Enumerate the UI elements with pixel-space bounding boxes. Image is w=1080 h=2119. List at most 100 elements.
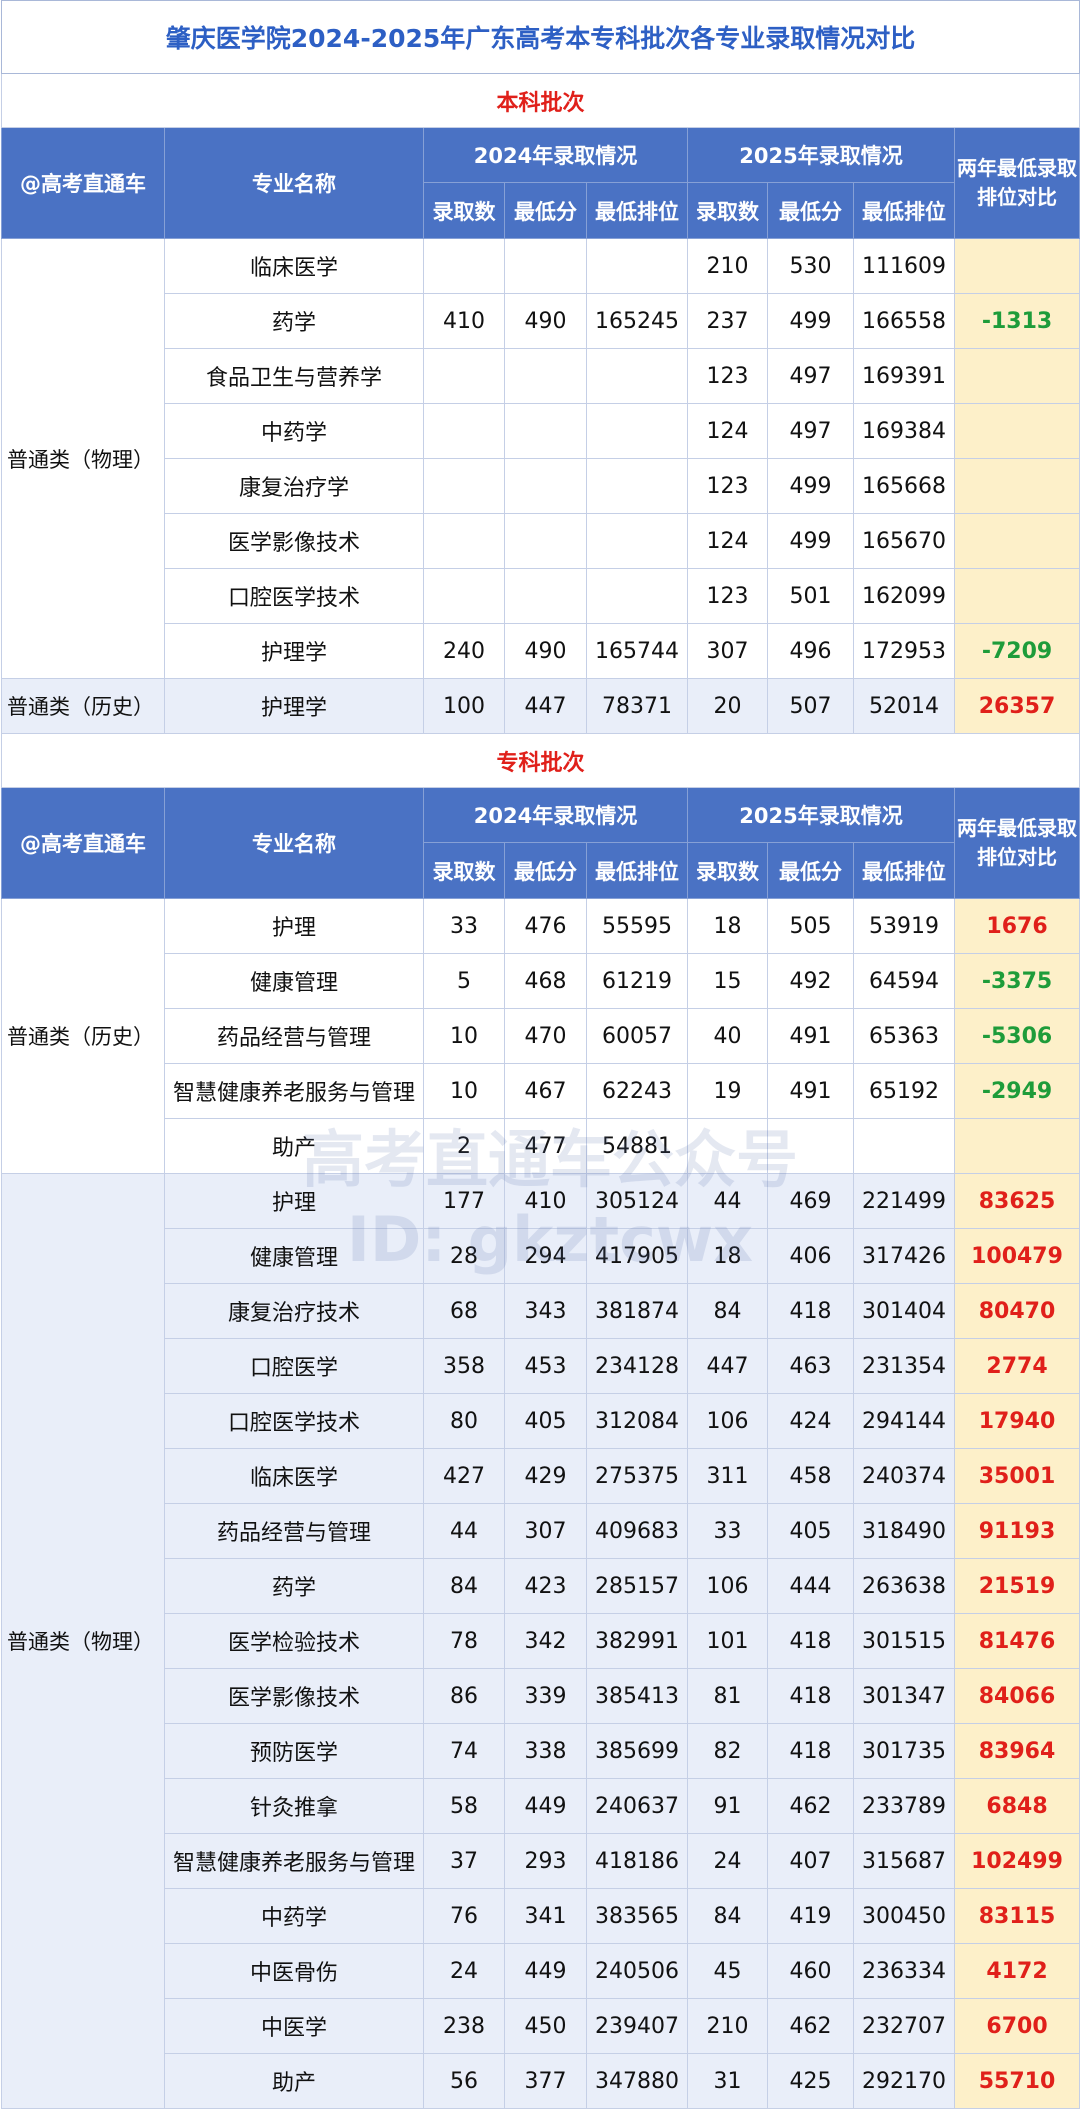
min-score-2024-cell: 343 xyxy=(504,1283,587,1339)
major-header: 专业名称 xyxy=(164,787,424,899)
count-2025-cell: 44 xyxy=(687,1173,768,1229)
major-name-cell: 智慧健康养老服务与管理 xyxy=(164,1063,424,1119)
count-2025-cell: 84 xyxy=(687,1888,768,1944)
min-rank-2025-cell: 52014 xyxy=(853,678,955,734)
count-2024-cell: 427 xyxy=(423,1448,505,1504)
page-title: 肇庆医学院2024-2025年广东高考本专科批次各专业录取情况对比 xyxy=(0,0,1080,74)
min-rank-2025-cell: 236334 xyxy=(853,1943,955,1999)
min-score-2025-cell: 406 xyxy=(767,1228,854,1284)
min-score-2025-cell: 492 xyxy=(767,953,854,1009)
count-2025-cell: 45 xyxy=(687,1943,768,1999)
min-rank-2025-cell: 65192 xyxy=(853,1063,955,1119)
year-2024-header: 2024年录取情况 xyxy=(423,787,688,843)
min-score-2025-cell: 497 xyxy=(767,348,854,404)
min-score-2025-cell: 418 xyxy=(767,1668,854,1724)
count-2025-cell: 15 xyxy=(687,953,768,1009)
rank-diff-cell: 55710 xyxy=(953,2053,1080,2109)
count-2025-cell: 123 xyxy=(687,348,768,404)
count-2025-cell: 447 xyxy=(687,1338,768,1394)
min-score-2025-header: 最低分 xyxy=(767,842,854,899)
min-score-2024-cell: 410 xyxy=(504,1173,587,1229)
rank-diff-cell xyxy=(953,238,1080,294)
major-name-cell: 口腔医学技术 xyxy=(164,1393,424,1449)
min-score-2025-cell: 419 xyxy=(767,1888,854,1944)
major-name-cell: 药品经营与管理 xyxy=(164,1503,424,1559)
min-rank-2025-cell: 169384 xyxy=(853,403,955,459)
year-2024-header: 2024年录取情况 xyxy=(423,127,688,183)
count-2025-cell: 84 xyxy=(687,1283,768,1339)
rank-diff-cell xyxy=(953,348,1080,404)
count-2025-cell: 31 xyxy=(687,2053,768,2109)
min-rank-2025-cell: 301347 xyxy=(853,1668,955,1724)
min-score-2024-cell: 453 xyxy=(504,1338,587,1394)
category-cell: 普通类（历史） xyxy=(1,678,165,734)
min-score-2025-cell: 499 xyxy=(767,458,854,514)
min-score-2024-cell: 307 xyxy=(504,1503,587,1559)
min-rank-2025-cell: 315687 xyxy=(853,1833,955,1889)
min-score-2024-cell: 490 xyxy=(504,623,587,679)
count-2025-header: 录取数 xyxy=(687,842,768,899)
category-cell: 普通类（物理） xyxy=(1,1173,165,2109)
major-name-cell: 医学影像技术 xyxy=(164,1668,424,1724)
title-row: 肇庆医学院2024-2025年广东高考本专科批次各专业录取情况对比 xyxy=(0,0,1080,74)
major-name-cell: 临床医学 xyxy=(164,238,424,294)
min-rank-2024-cell: 417905 xyxy=(586,1228,688,1284)
account-header: @高考直通车 xyxy=(1,127,165,239)
count-2025-cell: 33 xyxy=(687,1503,768,1559)
year-2025-header: 2025年录取情况 xyxy=(687,787,955,843)
min-score-2024-cell xyxy=(504,403,587,459)
count-2024-cell: 177 xyxy=(423,1173,505,1229)
rank-diff-cell xyxy=(953,513,1080,569)
min-score-2024-cell xyxy=(504,238,587,294)
min-rank-2024-cell: 62243 xyxy=(586,1063,688,1119)
count-2025-cell: 82 xyxy=(687,1723,768,1779)
count-2025-cell: 24 xyxy=(687,1833,768,1889)
min-score-2024-cell xyxy=(504,568,587,624)
min-rank-2024-cell: 312084 xyxy=(586,1393,688,1449)
min-score-2025-cell: 418 xyxy=(767,1283,854,1339)
min-rank-2025-cell: 165668 xyxy=(853,458,955,514)
rank-diff-cell: 1676 xyxy=(953,898,1080,954)
min-rank-2024-header: 最低排位 xyxy=(586,182,688,239)
min-score-2024-cell: 450 xyxy=(504,1998,587,2054)
min-score-2025-cell: 496 xyxy=(767,623,854,679)
min-score-2024-cell: 293 xyxy=(504,1833,587,1889)
rank-diff-cell: 26357 xyxy=(953,678,1080,734)
min-score-2025-cell: 505 xyxy=(767,898,854,954)
rank-diff-cell: 83625 xyxy=(953,1173,1080,1229)
min-score-2024-header: 最低分 xyxy=(504,842,587,899)
zhuanke-batch-row: 专科批次 xyxy=(0,733,1080,788)
count-2024-cell: 2 xyxy=(423,1118,505,1174)
min-score-2025-cell: 424 xyxy=(767,1393,854,1449)
min-rank-2025-cell: 318490 xyxy=(853,1503,955,1559)
min-rank-2024-cell xyxy=(586,458,688,514)
rank-diff-cell: 84066 xyxy=(953,1668,1080,1724)
min-rank-2024-cell: 275375 xyxy=(586,1448,688,1504)
min-rank-2024-cell: 418186 xyxy=(586,1833,688,1889)
count-2025-cell: 81 xyxy=(687,1668,768,1724)
min-score-2025-cell: 463 xyxy=(767,1338,854,1394)
rank-diff-cell xyxy=(953,403,1080,459)
min-rank-2025-cell: 301404 xyxy=(853,1283,955,1339)
count-2025-cell: 311 xyxy=(687,1448,768,1504)
min-score-2024-cell xyxy=(504,348,587,404)
count-2024-cell: 240 xyxy=(423,623,505,679)
count-2025-cell: 20 xyxy=(687,678,768,734)
major-name-cell: 药品经营与管理 xyxy=(164,1008,424,1064)
major-name-cell: 口腔医学 xyxy=(164,1338,424,1394)
min-score-2025-cell: 497 xyxy=(767,403,854,459)
count-2024-cell: 58 xyxy=(423,1778,505,1834)
major-name-cell: 临床医学 xyxy=(164,1448,424,1504)
count-2024-cell: 28 xyxy=(423,1228,505,1284)
major-name-cell: 中药学 xyxy=(164,1888,424,1944)
min-rank-2024-cell: 381874 xyxy=(586,1283,688,1339)
min-rank-2024-cell: 60057 xyxy=(586,1008,688,1064)
min-rank-2024-cell: 383565 xyxy=(586,1888,688,1944)
count-2024-cell: 410 xyxy=(423,293,505,349)
major-name-cell: 中医骨伤 xyxy=(164,1943,424,1999)
rank-diff-cell: -3375 xyxy=(953,953,1080,1009)
count-2024-cell: 78 xyxy=(423,1613,505,1669)
min-score-2025-cell: 469 xyxy=(767,1173,854,1229)
min-score-2024-cell: 477 xyxy=(504,1118,587,1174)
count-2024-cell: 10 xyxy=(423,1008,505,1064)
